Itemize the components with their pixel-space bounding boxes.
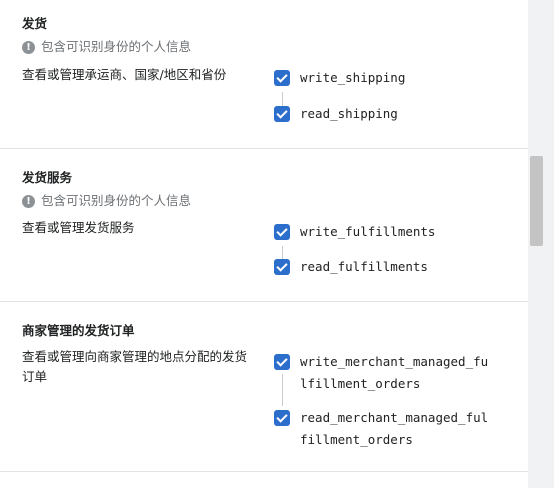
section-title: 发货服务 [22,170,73,185]
alert-circle-icon: ! [22,194,35,208]
alert-circle-icon: ! [22,40,35,54]
pii-note: ! 包含可识别身份的个人信息 [22,39,191,55]
scope-item[interactable]: read_fulfillments [274,256,490,278]
permission-section-shipping: 发货 ! 包含可识别身份的个人信息 查看或管理承运商、国家/地区和省份 writ… [0,0,528,149]
scope-label: read_merchant_managed_fulfillment_orders [300,410,489,447]
section-title: 发货 [22,16,48,31]
section-description: 查看或管理发货服务 [22,220,135,235]
section-description: 查看或管理向商家管理的地点分配的发货订单 [22,349,248,384]
checkmark-icon[interactable] [274,259,290,275]
checkmark-icon[interactable] [274,224,290,240]
scope-item[interactable]: write_shipping [274,67,490,89]
section-title: 商家管理的发货订单 [22,323,135,338]
scope-item[interactable]: read_merchant_managed_fulfillment_orders [274,407,490,451]
pii-note-text: 包含可识别身份的个人信息 [41,39,192,54]
permission-section-next [0,472,528,488]
permissions-panel: 发货 ! 包含可识别身份的个人信息 查看或管理承运商、国家/地区和省份 writ… [0,0,528,488]
permission-section-merchant-fulfillment-orders: 商家管理的发货订单 查看或管理向商家管理的地点分配的发货订单 write_mer… [0,302,528,472]
pii-note-text: 包含可识别身份的个人信息 [41,193,192,208]
scope-label: write_merchant_managed_fulfillment_order… [300,354,489,391]
scope-label: read_fulfillments [300,259,428,274]
scope-label: read_shipping [300,106,398,121]
scope-item[interactable]: write_fulfillments [274,221,490,243]
checkmark-icon[interactable] [274,106,290,122]
section-description: 查看或管理承运商、国家/地区和省份 [22,67,227,82]
scrollbar-thumb[interactable] [530,156,543,246]
scope-item[interactable]: read_shipping [274,103,490,125]
permission-section-fulfillments: 发货服务 ! 包含可识别身份的个人信息 查看或管理发货服务 write_fulf… [0,149,528,302]
scope-label: write_fulfillments [300,224,436,239]
checkmark-icon[interactable] [274,354,290,370]
checkmark-icon[interactable] [274,410,290,426]
checkmark-icon[interactable] [274,70,290,86]
pii-note: ! 包含可识别身份的个人信息 [22,193,191,209]
scope-label: write_shipping [300,70,406,85]
scope-item[interactable]: write_merchant_managed_fulfillment_order… [274,351,490,395]
